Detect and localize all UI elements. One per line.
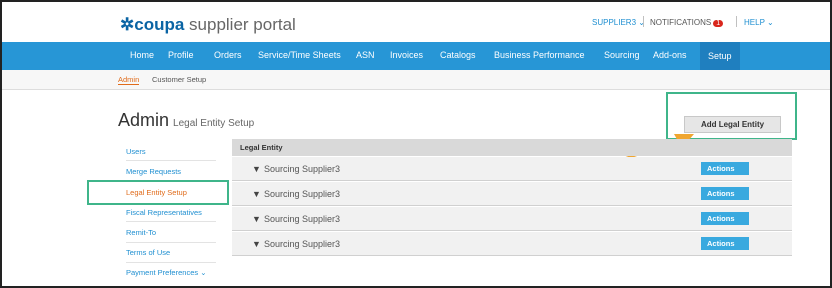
- coupa-logo[interactable]: ✲coupa supplier portal: [120, 15, 296, 35]
- nav-home[interactable]: Home: [130, 50, 154, 60]
- top-bar: ✲coupa supplier portal SUPPLIER3 ⌄ NOTIF…: [2, 2, 830, 42]
- page-subtitle: Legal Entity Setup: [173, 118, 255, 129]
- table-row[interactable]: ▼ Sourcing Supplier3 Actions: [232, 232, 792, 256]
- nav-business-performance[interactable]: Business Performance: [494, 50, 585, 60]
- table-row[interactable]: ▼ Sourcing Supplier3 Actions: [232, 182, 792, 206]
- table-header: Legal Entity: [232, 139, 792, 156]
- sidebar-item-terms-of-use[interactable]: Terms of Use: [126, 248, 170, 257]
- brand-suffix: supplier portal: [184, 15, 296, 34]
- nav-service-time-sheets[interactable]: Service/Time Sheets: [258, 50, 341, 60]
- actions-button[interactable]: Actions: [701, 237, 749, 250]
- nav-sourcing[interactable]: Sourcing: [604, 50, 640, 60]
- chevron-down-icon[interactable]: ▼: [252, 239, 261, 249]
- nav-asn[interactable]: ASN: [356, 50, 375, 60]
- add-legal-entity-button[interactable]: Add Legal Entity: [684, 116, 781, 133]
- nav-invoices[interactable]: Invoices: [390, 50, 423, 60]
- account-menu[interactable]: SUPPLIER3 ⌄: [592, 18, 645, 27]
- divider: [126, 160, 216, 161]
- highlight-box: [87, 180, 229, 205]
- help-menu[interactable]: HELP ⌄: [744, 18, 774, 27]
- subnav-admin[interactable]: Admin: [118, 75, 140, 85]
- legal-entity-name: Sourcing Supplier3: [264, 189, 341, 199]
- legal-entity-name: Sourcing Supplier3: [264, 239, 341, 249]
- nav-setup[interactable]: Setup: [700, 42, 740, 70]
- subnav-customer-setup[interactable]: Customer Setup: [152, 75, 206, 84]
- actions-button[interactable]: Actions: [701, 162, 749, 175]
- actions-button[interactable]: Actions: [701, 187, 749, 200]
- sidebar-item-remit-to[interactable]: Remit-To: [126, 228, 156, 237]
- notifications-link[interactable]: NOTIFICATIONS 1: [650, 18, 724, 27]
- divider: [736, 16, 737, 27]
- divider: [126, 221, 216, 222]
- sidebar-item-merge-requests[interactable]: Merge Requests: [126, 167, 181, 176]
- divider: [126, 262, 216, 263]
- divider: [643, 16, 644, 27]
- chevron-down-icon[interactable]: ▼: [252, 164, 261, 174]
- page-title-main: Admin: [118, 110, 170, 130]
- sidebar-item-payment-preferences[interactable]: Payment Preferences ⌄: [126, 268, 207, 277]
- main-nav: Home Profile Orders Service/Time Sheets …: [2, 42, 830, 70]
- sub-nav: Admin Customer Setup: [2, 70, 830, 90]
- notifications-label: NOTIFICATIONS: [650, 18, 712, 27]
- notification-count-badge: 1: [713, 20, 724, 27]
- sidebar-item-users[interactable]: Users: [126, 147, 146, 156]
- sidebar-item-fiscal-representatives[interactable]: Fiscal Representatives: [126, 208, 202, 217]
- nav-orders[interactable]: Orders: [214, 50, 242, 60]
- brand-name: coupa: [134, 15, 185, 34]
- chevron-down-icon[interactable]: ▼: [252, 189, 261, 199]
- legal-entity-name: Sourcing Supplier3: [264, 214, 341, 224]
- coupa-logo-icon: ✲: [120, 15, 135, 34]
- chevron-down-icon[interactable]: ▼: [252, 214, 261, 224]
- page-title: Admin Legal Entity Setup: [118, 110, 254, 131]
- nav-add-ons[interactable]: Add-ons: [653, 50, 687, 60]
- actions-button[interactable]: Actions: [701, 212, 749, 225]
- table-row[interactable]: ▼ Sourcing Supplier3 Actions: [232, 157, 792, 181]
- nav-catalogs[interactable]: Catalogs: [440, 50, 476, 60]
- nav-profile[interactable]: Profile: [168, 50, 194, 60]
- legal-entity-name: Sourcing Supplier3: [264, 164, 341, 174]
- table-row[interactable]: ▼ Sourcing Supplier3 Actions: [232, 207, 792, 231]
- divider: [126, 242, 216, 243]
